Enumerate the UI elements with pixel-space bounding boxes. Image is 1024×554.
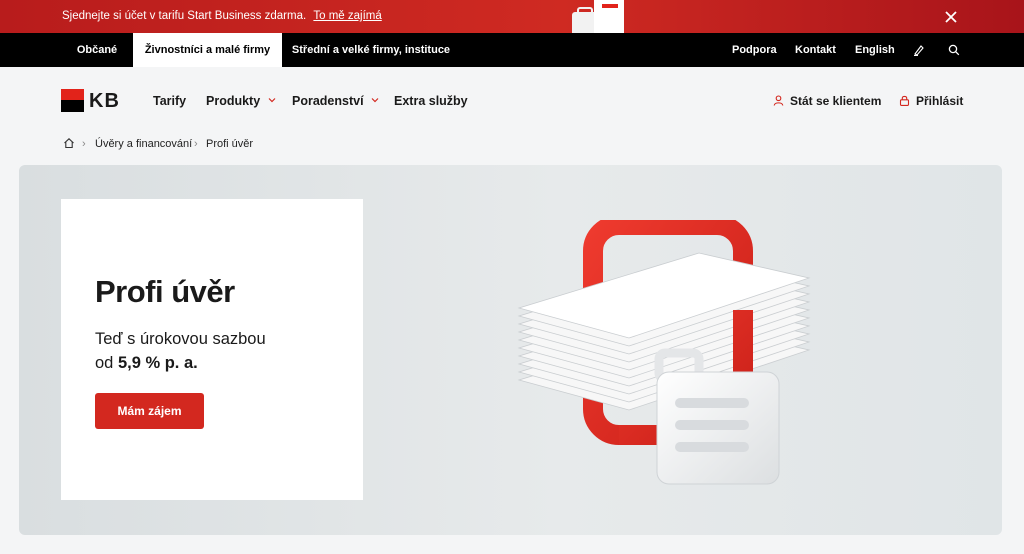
nav-poradenstvi-label: Poradenství [292,94,364,108]
kb-logo[interactable]: KB [61,89,121,113]
nav-extra-sluzby[interactable]: Extra služby [394,94,468,108]
segment-tab-citizens[interactable]: Občané [62,33,132,67]
nav-extra-sluzby-label: Extra služby [394,94,468,108]
login-label: Přihlásit [916,94,964,108]
hero-banner: Profi úvěr Teď s úrokovou sazbou od 5,9 … [19,165,1002,535]
home-icon[interactable] [63,137,75,149]
main-header: KB Tarify Produkty Poradenství Extra slu… [0,67,1024,134]
page-bottom [0,540,1024,554]
login-link[interactable]: Přihlásit [899,94,963,108]
hero-illustration [517,220,811,485]
hero-subtitle: Teď s úrokovou sazbou od 5,9 % p. a. [95,327,266,375]
lock-icon [899,95,910,106]
nav-produkty-label: Produkty [206,94,261,108]
segment-tab-corporate[interactable]: Střední a velké firmy, instituce [284,33,458,67]
nav-poradenstvi[interactable]: Poradenství [292,94,379,108]
search-icon[interactable] [948,44,960,56]
hero-subtitle-line1: Teď s úrokovou sazbou [95,330,266,348]
hero-title: Profi úvěr [95,274,235,309]
promo-text-wrap: Sjednejte si účet v tarifu Start Busines… [62,10,382,22]
breadcrumb-item-loans[interactable]: Úvěry a financování [95,138,192,150]
breadcrumb-item-current: Profi úvěr [206,138,254,150]
segment-tab-small-business[interactable]: Živnostníci a malé firmy [133,33,282,67]
nav-tarify-label: Tarify [153,94,187,108]
nav-produkty[interactable]: Produkty [206,94,276,108]
hero-rate: 5,9 % p. a. [117,354,198,372]
become-client-link[interactable]: Stát se klientem [773,94,881,108]
kb-logo-mark [61,89,84,112]
promo-link[interactable]: To mě zajímá [313,10,381,22]
chevron-down-icon [371,98,379,103]
breadcrumb-separator: › [82,138,86,150]
become-client-label: Stát se klientem [790,94,882,108]
promo-banner: Sjednejte si účet v tarifu Start Busines… [0,0,1024,33]
promo-illustration [572,0,624,33]
support-link[interactable]: Podpora [732,33,777,67]
contact-link[interactable]: Kontakt [795,33,836,67]
nav-tarify[interactable]: Tarify [153,94,186,108]
close-icon[interactable] [942,8,960,26]
hero-subtitle-prefix: od [95,354,118,372]
segment-nav: Občané Živnostníci a malé firmy Střední … [0,33,1024,67]
hero-card: Profi úvěr Teď s úrokovou sazbou od 5,9 … [61,199,363,500]
breadcrumb-separator: › [194,138,198,150]
promo-text: Sjednejte si účet v tarifu Start Busines… [62,10,307,22]
kb-logo-text: KB [89,90,120,112]
user-icon [773,95,784,106]
interest-button[interactable]: Mám zájem [95,393,204,429]
chevron-down-icon [268,98,276,103]
signature-icon[interactable] [913,44,925,56]
language-link[interactable]: English [855,33,895,67]
